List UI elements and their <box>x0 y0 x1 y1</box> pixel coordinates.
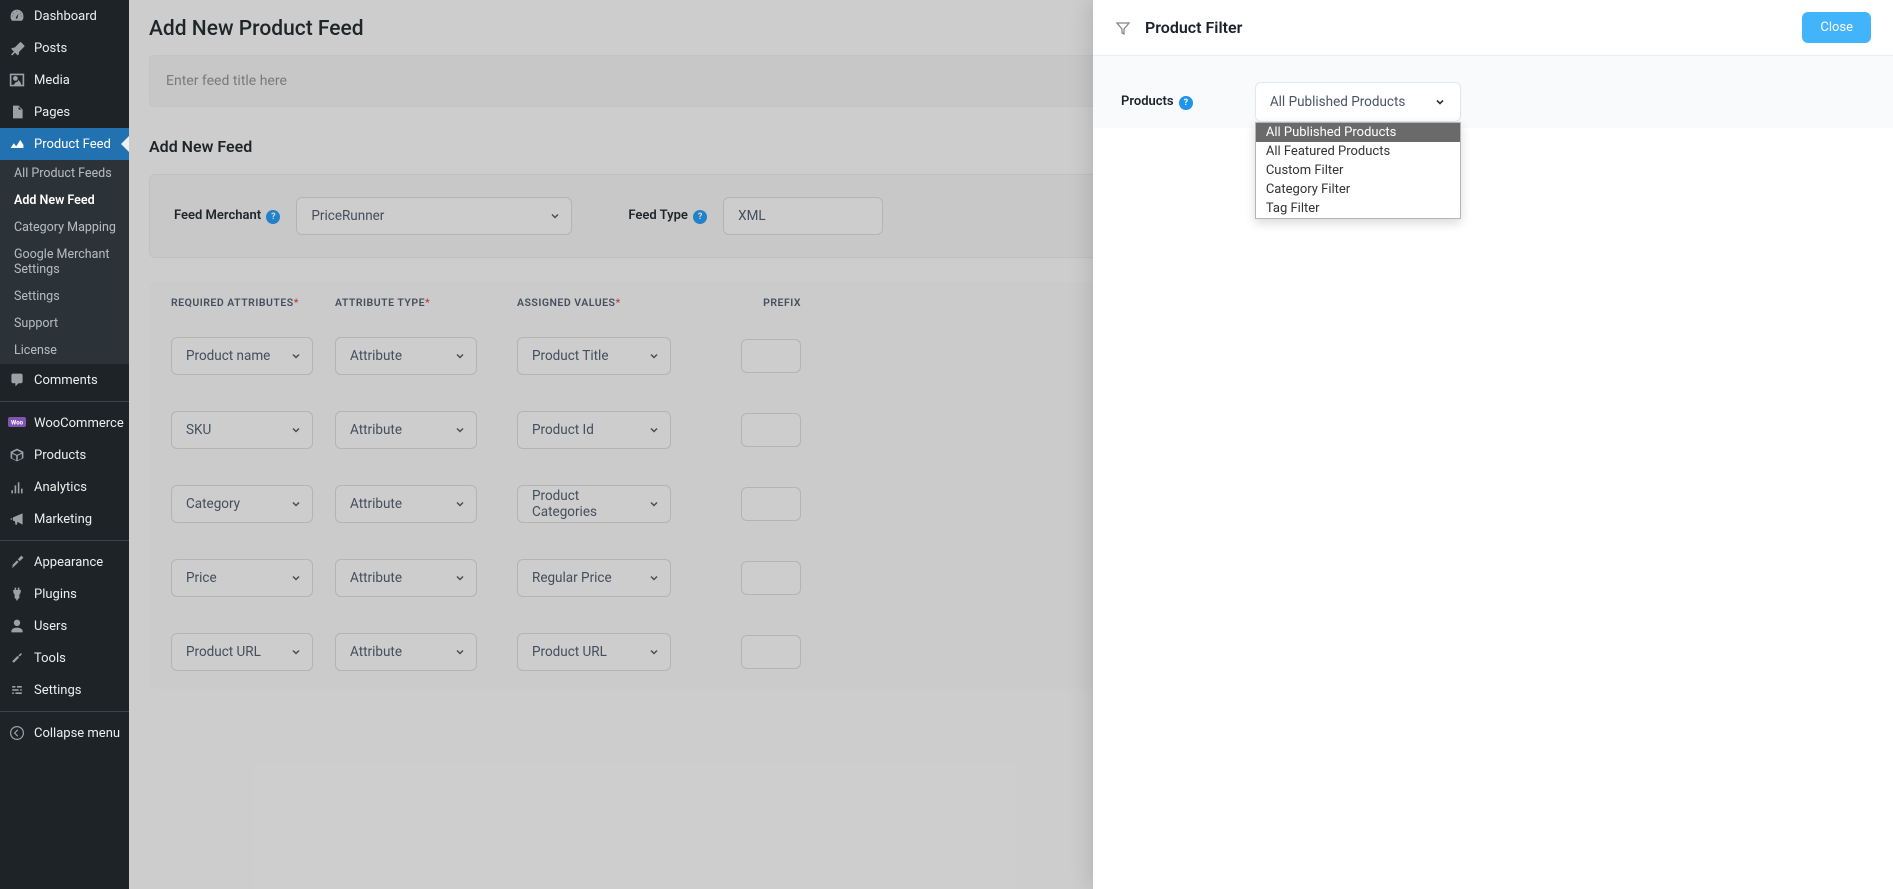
panel-title: Product Filter <box>1145 18 1242 37</box>
submenu-support[interactable]: Support <box>0 310 129 337</box>
megaphone-icon <box>8 510 26 528</box>
dropdown-option[interactable]: Custom Filter <box>1256 161 1460 180</box>
products-icon <box>8 446 26 464</box>
submenu-google-merchant[interactable]: Google Merchant Settings <box>0 241 129 283</box>
pin-icon <box>8 39 26 57</box>
admin-sidebar: Dashboard Posts Media Pages Product Feed… <box>0 0 129 889</box>
sidebar-item-products[interactable]: Products <box>0 439 129 471</box>
sidebar-item-label: Appearance <box>34 555 103 570</box>
submenu-settings[interactable]: Settings <box>0 283 129 310</box>
plug-icon <box>8 585 26 603</box>
select-value: All Published Products <box>1270 94 1406 110</box>
close-button[interactable]: Close <box>1802 12 1871 43</box>
submenu-add-new-feed[interactable]: Add New Feed <box>0 187 129 214</box>
sidebar-item-label: Media <box>34 73 70 88</box>
wrench-icon <box>8 649 26 667</box>
chart-icon <box>8 135 26 153</box>
sidebar-item-plugins[interactable]: Plugins <box>0 578 129 610</box>
pages-icon <box>8 103 26 121</box>
sidebar-item-marketing[interactable]: Marketing <box>0 503 129 535</box>
sidebar-item-label: Posts <box>34 41 67 56</box>
sidebar-item-appearance[interactable]: Appearance <box>0 546 129 578</box>
sidebar-item-label: Dashboard <box>34 9 97 24</box>
sidebar-item-media[interactable]: Media <box>0 64 129 96</box>
dropdown-option[interactable]: Category Filter <box>1256 180 1460 199</box>
sidebar-item-posts[interactable]: Posts <box>0 32 129 64</box>
user-icon <box>8 617 26 635</box>
dashboard-icon <box>8 7 26 25</box>
comment-icon <box>8 371 26 389</box>
filter-icon <box>1115 20 1131 36</box>
sidebar-item-tools[interactable]: Tools <box>0 642 129 674</box>
sliders-icon <box>8 681 26 699</box>
woo-icon: Woo <box>8 414 26 432</box>
sidebar-item-users[interactable]: Users <box>0 610 129 642</box>
products-dropdown-list: All Published ProductsAll Featured Produ… <box>1255 122 1461 219</box>
sidebar-item-label: Users <box>34 619 67 634</box>
dropdown-option[interactable]: Tag Filter <box>1256 199 1460 218</box>
sidebar-item-product-feed[interactable]: Product Feed <box>0 128 129 160</box>
sidebar-item-label: Comments <box>34 373 98 388</box>
sidebar-item-label: Products <box>34 448 86 463</box>
media-icon <box>8 71 26 89</box>
sidebar-item-label: Settings <box>34 683 81 698</box>
sidebar-item-analytics[interactable]: Analytics <box>0 471 129 503</box>
sidebar-item-label: Collapse menu <box>34 726 120 741</box>
svg-text:Woo: Woo <box>11 420 24 427</box>
sidebar-item-label: WooCommerce <box>34 416 124 431</box>
help-icon[interactable]: ? <box>1179 96 1193 110</box>
submenu-all-feeds[interactable]: All Product Feeds <box>0 160 129 187</box>
submenu-license[interactable]: License <box>0 337 129 364</box>
products-label: Products ? <box>1121 94 1193 110</box>
sidebar-item-label: Plugins <box>34 587 77 602</box>
submenu-category-mapping[interactable]: Category Mapping <box>0 214 129 241</box>
chevron-down-icon <box>1434 96 1446 108</box>
sidebar-item-collapse[interactable]: Collapse menu <box>0 717 129 749</box>
dropdown-option[interactable]: All Featured Products <box>1256 142 1460 161</box>
product-filter-panel: Product Filter Close Products ? All Publ… <box>1093 0 1893 889</box>
sidebar-item-woocommerce[interactable]: Woo WooCommerce <box>0 407 129 439</box>
sidebar-item-label: Tools <box>34 651 66 666</box>
panel-header: Product Filter Close <box>1093 0 1893 56</box>
dropdown-option[interactable]: All Published Products <box>1256 123 1460 142</box>
collapse-icon <box>8 724 26 742</box>
sidebar-item-settings[interactable]: Settings <box>0 674 129 706</box>
sidebar-item-comments[interactable]: Comments <box>0 364 129 396</box>
sidebar-item-pages[interactable]: Pages <box>0 96 129 128</box>
panel-body: Products ? All Published Products All Pu… <box>1093 56 1893 128</box>
sidebar-item-label: Analytics <box>34 480 87 495</box>
brush-icon <box>8 553 26 571</box>
analytics-icon <box>8 478 26 496</box>
sidebar-item-label: Marketing <box>34 512 92 527</box>
sidebar-item-dashboard[interactable]: Dashboard <box>0 0 129 32</box>
products-select[interactable]: All Published Products <box>1255 82 1461 122</box>
sidebar-item-label: Pages <box>34 105 70 120</box>
sidebar-submenu: All Product Feeds Add New Feed Category … <box>0 160 129 364</box>
sidebar-item-label: Product Feed <box>34 137 111 152</box>
